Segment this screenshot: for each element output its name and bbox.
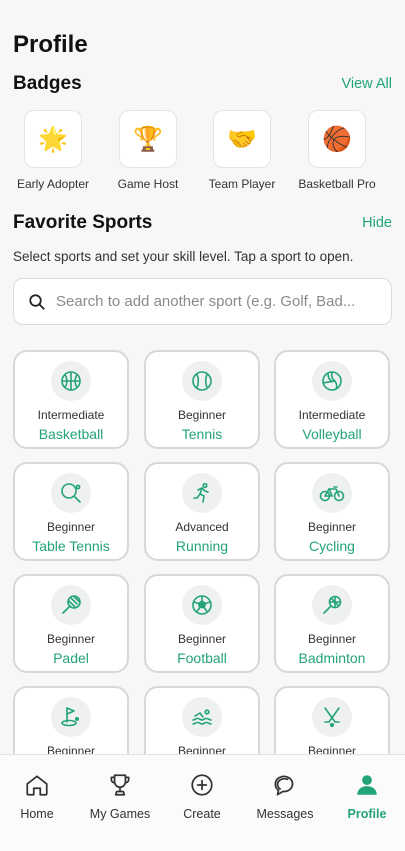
chat-icon <box>245 770 325 800</box>
skill-level: Advanced <box>175 520 229 534</box>
sport-name: Badminton <box>298 650 366 666</box>
skill-level: Intermediate <box>37 408 105 422</box>
swimming-icon <box>182 697 222 737</box>
view-all-link[interactable]: View All <box>341 76 392 92</box>
sport-name: Volleyball <box>302 426 362 442</box>
skill-level: Beginner <box>46 632 96 646</box>
sport-name: Table Tennis <box>32 538 110 554</box>
tab-create[interactable]: Create <box>162 755 242 821</box>
sport-card-padel[interactable]: Beginner Padel <box>13 574 129 673</box>
sport-name: Cycling <box>309 538 355 554</box>
tab-my-games[interactable]: My Games <box>80 755 160 821</box>
tab-messages[interactable]: Messages <box>245 755 325 821</box>
favorites-header: Favorite Sports Hide <box>13 212 392 234</box>
badges-title: Badges <box>13 73 82 94</box>
badges-header: Badges View All <box>13 73 392 95</box>
sport-name: Padel <box>53 650 89 666</box>
sport-card-table-tennis[interactable]: Beginner Table Tennis <box>13 462 129 561</box>
skill-level: Beginner <box>46 520 96 534</box>
sport-name: Tennis <box>181 426 223 442</box>
sport-name: Running <box>175 538 229 554</box>
star-icon: 🌟 <box>24 110 82 168</box>
skill-level: Beginner <box>307 744 357 754</box>
skill-level: Beginner <box>307 632 357 646</box>
football-icon <box>182 585 222 625</box>
handshake-icon: 🤝 <box>213 110 271 168</box>
table-tennis-icon <box>51 473 91 513</box>
sport-card-running[interactable]: Advanced Running <box>144 462 260 561</box>
user-icon <box>327 770 405 800</box>
badge-early-adopter[interactable]: 🌟 Early Adopter <box>8 110 98 191</box>
basketball-icon: 🏀 <box>308 110 366 168</box>
plus-circle-icon <box>162 770 242 800</box>
search-input[interactable] <box>56 293 386 310</box>
bottom-tab-bar: Home My Games Create Messages Profile <box>0 754 405 851</box>
hockey-icon <box>312 697 352 737</box>
skill-level: Beginner <box>177 408 227 422</box>
favorites-hint: Select sports and set your skill level. … <box>13 249 354 264</box>
volleyball-icon <box>312 361 352 401</box>
hide-link[interactable]: Hide <box>362 215 392 231</box>
badge-team-player[interactable]: 🤝 Team Player <box>197 110 287 191</box>
favorites-title: Favorite Sports <box>13 212 153 233</box>
tennis-icon <box>182 361 222 401</box>
tab-label: My Games <box>89 807 151 821</box>
sport-card-football[interactable]: Beginner Football <box>144 574 260 673</box>
badge-game-host[interactable]: 🏆 Game Host <box>103 110 193 191</box>
trophy-icon <box>80 770 160 800</box>
skill-level: Beginner <box>307 520 357 534</box>
badge-label: Game Host <box>117 177 179 191</box>
skill-level: Beginner <box>46 744 96 754</box>
skill-level: Intermediate <box>298 408 366 422</box>
padel-icon <box>51 585 91 625</box>
badminton-icon <box>312 585 352 625</box>
badge-label: Basketball Pro <box>298 177 376 191</box>
sport-name: Basketball <box>38 426 104 442</box>
trophy-icon: 🏆 <box>119 110 177 168</box>
badge-label: Early Adopter <box>16 177 90 191</box>
sport-name: Football <box>177 650 227 666</box>
home-icon <box>0 770 77 800</box>
tab-label: Create <box>183 807 221 821</box>
tab-label: Home <box>20 807 54 821</box>
skill-level: Beginner <box>177 632 227 646</box>
search-icon <box>29 293 45 310</box>
tab-home[interactable]: Home <box>0 755 77 821</box>
sport-search[interactable] <box>13 278 392 325</box>
page-title: Profile <box>13 31 88 58</box>
badges-row: 🌟 Early Adopter 🏆 Game Host 🤝 Team Playe… <box>0 110 405 192</box>
running-icon <box>182 473 222 513</box>
badge-basketball-pro[interactable]: 🏀 Basketball Pro <box>292 110 382 191</box>
sport-card-badminton[interactable]: Beginner Badminton <box>274 574 390 673</box>
skill-level: Beginner <box>177 744 227 754</box>
basketball-icon <box>51 361 91 401</box>
golf-icon <box>51 697 91 737</box>
tab-profile[interactable]: Profile <box>327 755 405 821</box>
badge-label: Team Player <box>208 177 276 191</box>
sports-grid: Intermediate Basketball Beginner Tennis … <box>13 350 393 754</box>
tab-label: Profile <box>347 807 387 821</box>
sport-card-cycling[interactable]: Beginner Cycling <box>274 462 390 561</box>
sport-card-basketball[interactable]: Intermediate Basketball <box>13 350 129 449</box>
sport-card-golf[interactable]: Beginner <box>13 686 129 754</box>
sport-card-hockey[interactable]: Beginner <box>274 686 390 754</box>
tab-label: Messages <box>256 807 314 821</box>
sport-card-tennis[interactable]: Beginner Tennis <box>144 350 260 449</box>
sport-card-swimming[interactable]: Beginner <box>144 686 260 754</box>
sport-card-volleyball[interactable]: Intermediate Volleyball <box>274 350 390 449</box>
cycling-icon <box>312 473 352 513</box>
